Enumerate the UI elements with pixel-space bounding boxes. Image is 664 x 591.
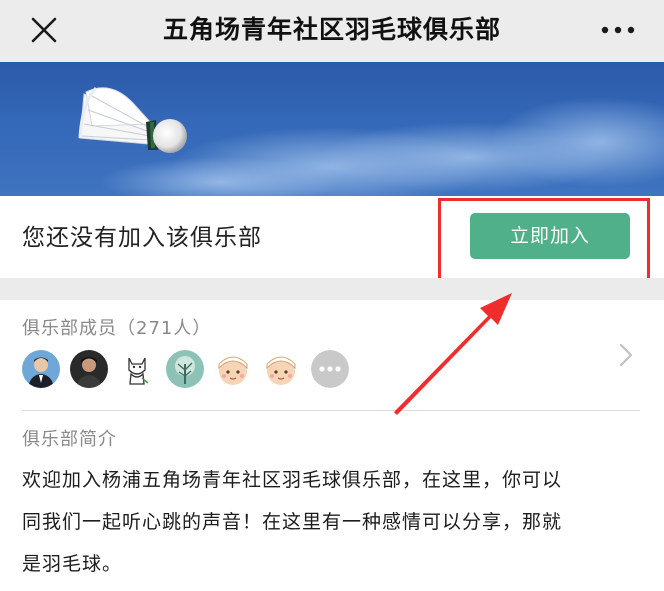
shuttlecock-image [78, 86, 664, 196]
navbar: 五角场青年社区羽毛球俱乐部 [0, 0, 664, 63]
intro-text: 欢迎加入杨浦五角场青年社区羽毛球俱乐部，在这里，你可以 同我们一起听心跳的声音！… [22, 459, 612, 585]
intro-title: 俱乐部简介 [22, 429, 117, 450]
divider [22, 410, 640, 411]
more-icon[interactable] [600, 20, 636, 40]
intro-line: 是羽毛球。 [22, 553, 123, 575]
club-banner [0, 62, 664, 196]
avatar[interactable] [118, 350, 156, 388]
page: 五角场青年社区羽毛球俱乐部 您还没有加入该俱乐部 立即加入 俱乐部成员（271人… [0, 0, 664, 591]
avatar[interactable] [166, 350, 204, 388]
page-title: 五角场青年社区羽毛球俱乐部 [162, 15, 501, 44]
avatar[interactable] [22, 350, 60, 388]
avatar[interactable] [262, 350, 300, 388]
join-status-text: 您还没有加入该俱乐部 [22, 225, 262, 251]
section-separator [0, 278, 664, 300]
avatar[interactable] [70, 350, 108, 388]
members-title: 俱乐部成员（271人） [22, 318, 212, 339]
chevron-right-icon[interactable] [618, 342, 634, 368]
avatar[interactable] [214, 350, 252, 388]
more-members-icon[interactable] [311, 350, 349, 388]
intro-line: 同我们一起听心跳的声音！在这里有一种感情可以分享，那就 [22, 511, 563, 533]
close-icon[interactable] [28, 14, 60, 46]
intro-line: 欢迎加入杨浦五角场青年社区羽毛球俱乐部，在这里，你可以 [22, 469, 563, 491]
